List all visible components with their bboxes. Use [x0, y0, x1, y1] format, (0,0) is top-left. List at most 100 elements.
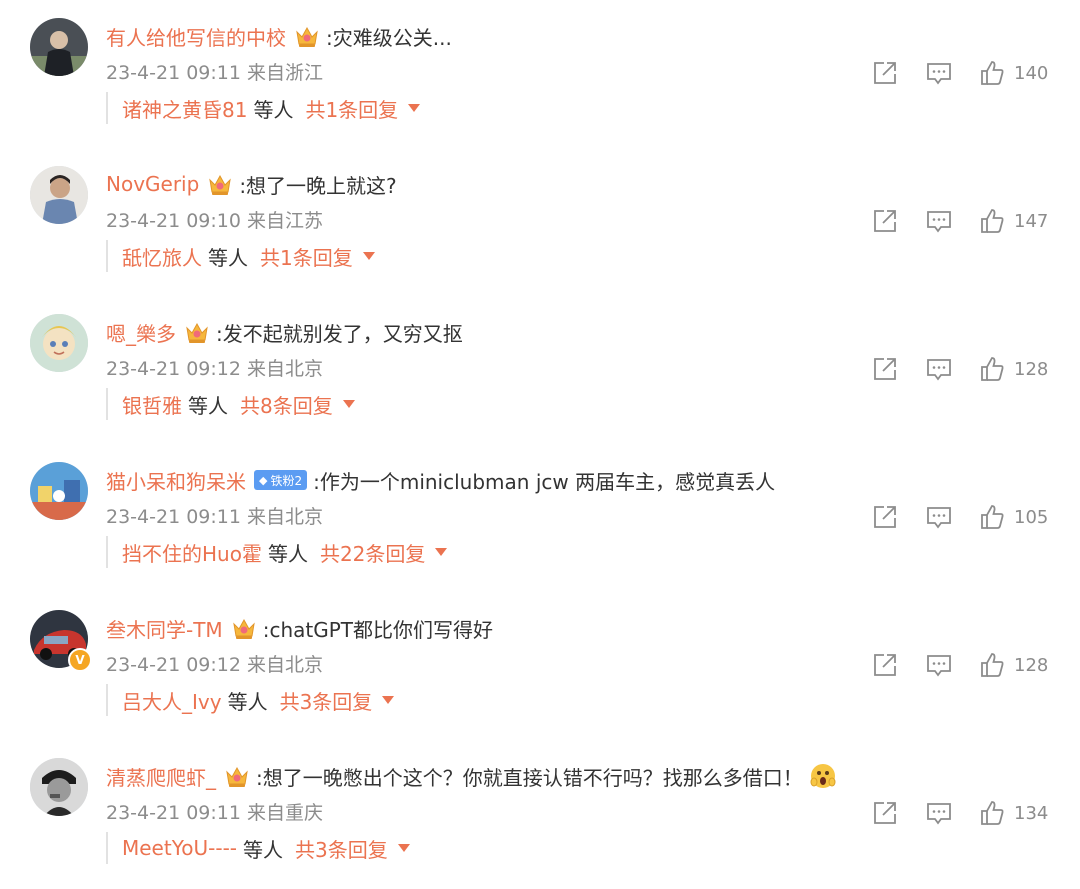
reply-user[interactable]: 吕大人_Ivy — [122, 686, 222, 715]
comment-button[interactable] — [926, 58, 952, 88]
comment-actions: 140 — [870, 58, 1060, 88]
comment-time: 23-4-21 09:10 — [106, 210, 241, 232]
reply-summary[interactable]: 银哲雅 等人 共8条回复 — [106, 388, 355, 420]
reply-user[interactable]: 挡不住的Huo霍 — [122, 538, 262, 567]
like-button[interactable]: 140 — [980, 58, 1048, 88]
avatar[interactable] — [30, 314, 88, 372]
username[interactable]: 叁木同学-TM — [106, 614, 223, 643]
username[interactable]: 猫小呆和狗呆米 — [106, 466, 246, 495]
comment-time: 23-4-21 09:12 — [106, 358, 241, 380]
like-count: 105 — [1014, 506, 1049, 528]
comment-line: 清蒸爬爬虾_ :想了一晚憋出个这个？你就直接认错不行吗？找那么多借口！ — [106, 759, 837, 793]
reply-others-label: 等人 — [227, 689, 268, 714]
caret-down-icon — [435, 548, 448, 556]
comment-item: V 叁木同学-TM :chatGPT都比你们写得好 23-4-21 09:12 … — [0, 592, 1080, 740]
thumbs-up-icon — [981, 357, 1004, 381]
comment-line: 叁木同学-TM :chatGPT都比你们写得好 — [106, 611, 493, 645]
thumbs-up-icon — [981, 801, 1004, 825]
comment-button[interactable] — [926, 354, 952, 384]
comment-button[interactable] — [926, 650, 952, 680]
like-count: 134 — [1014, 802, 1049, 824]
crown-icon — [226, 766, 248, 787]
comment-actions: 147 — [870, 206, 1060, 236]
comment-item: 清蒸爬爬虾_ :想了一晚憋出个这个？你就直接认错不行吗？找那么多借口！ 23-4… — [0, 740, 1080, 888]
comment-text: :想了一晚上就这? — [239, 173, 397, 198]
like-button[interactable]: 134 — [980, 798, 1048, 828]
crown-icon — [296, 26, 318, 47]
reply-total-link[interactable]: 共8条回复 — [240, 390, 333, 419]
share-button[interactable] — [872, 650, 898, 680]
reply-summary[interactable]: 舐忆旅人 等人 共1条回复 — [106, 240, 375, 272]
comment-icon — [927, 63, 951, 85]
like-button[interactable]: 128 — [980, 650, 1048, 680]
username[interactable]: 清蒸爬爬虾_ — [106, 762, 216, 791]
avatar[interactable] — [30, 758, 88, 816]
comment-icon — [927, 211, 951, 233]
share-button[interactable] — [872, 354, 898, 384]
reply-summary[interactable]: 挡不住的Huo霍 等人 共22条回复 — [106, 536, 448, 568]
caret-down-icon — [397, 844, 410, 852]
share-icon — [874, 506, 896, 528]
comment-location: 来自北京 — [247, 358, 324, 380]
caret-down-icon — [382, 696, 395, 704]
comment-meta: 23-4-21 09:12 来自北京 — [106, 354, 323, 381]
avatar[interactable] — [30, 166, 88, 224]
username[interactable]: 嗯_樂多 — [106, 318, 176, 347]
reply-user[interactable]: 诸神之黄昏81 — [122, 94, 247, 123]
comment-meta: 23-4-21 09:11 来自北京 — [106, 502, 323, 529]
comment-meta: 23-4-21 09:12 来自北京 — [106, 650, 323, 677]
like-count: 128 — [1014, 654, 1049, 676]
diamond-icon: ◆ — [259, 473, 268, 487]
crown-icon — [209, 174, 232, 195]
reply-others-label: 等人 — [208, 245, 248, 270]
comment-button[interactable] — [926, 502, 952, 532]
fan-badge-label: 铁粉2 — [270, 473, 303, 488]
reply-summary[interactable]: MeetYoU---- 等人 共3条回复 — [106, 832, 410, 864]
comment-time: 23-4-21 09:12 — [106, 654, 241, 676]
reply-user[interactable]: 舐忆旅人 — [122, 242, 202, 271]
reply-user[interactable]: MeetYoU---- — [122, 836, 237, 860]
reply-user[interactable]: 银哲雅 — [122, 390, 182, 419]
comment-button[interactable] — [926, 206, 952, 236]
comment-actions: 128 — [870, 650, 1060, 680]
comment-text: :chatGPT都比你们写得好 — [262, 617, 493, 642]
username[interactable]: 有人给他写信的中校 — [106, 22, 286, 51]
comment-button[interactable] — [926, 798, 952, 828]
comment-actions: 105 — [870, 502, 1060, 532]
like-button[interactable]: 147 — [980, 206, 1048, 236]
avatar[interactable] — [30, 462, 88, 520]
comment-location: 来自北京 — [247, 654, 324, 676]
comment-text: :发不起就别发了，又穷又抠 — [216, 321, 463, 346]
comment-icon — [927, 359, 951, 381]
username[interactable]: NovGerip — [106, 172, 199, 196]
comment-location: 来自重庆 — [247, 802, 324, 824]
reply-others-label: 等人 — [188, 393, 228, 418]
share-button[interactable] — [872, 58, 898, 88]
reply-others-label: 等人 — [243, 837, 284, 862]
like-button[interactable]: 105 — [980, 502, 1048, 532]
avatar[interactable] — [30, 18, 88, 76]
reply-total-link[interactable]: 共1条回复 — [305, 94, 398, 123]
like-count: 140 — [1014, 62, 1049, 84]
reply-total-link[interactable]: 共3条回复 — [295, 834, 388, 863]
reply-total-link[interactable]: 共1条回复 — [260, 242, 353, 271]
share-button[interactable] — [872, 502, 898, 532]
shocked-emoji-icon — [810, 764, 836, 788]
comment-icon — [927, 507, 951, 529]
reply-total-link[interactable]: 共22条回复 — [320, 538, 425, 567]
reply-summary[interactable]: 吕大人_Ivy 等人 共3条回复 — [106, 684, 395, 716]
like-button[interactable]: 128 — [980, 354, 1048, 384]
comment-time: 23-4-21 09:11 — [106, 506, 241, 528]
share-icon — [874, 358, 896, 380]
reply-total-link[interactable]: 共3条回复 — [280, 686, 373, 715]
share-button[interactable] — [872, 798, 898, 828]
reply-others-label: 等人 — [267, 541, 308, 566]
thumbs-up-icon — [981, 653, 1004, 677]
comment-location: 来自北京 — [247, 506, 324, 528]
share-icon — [874, 210, 896, 232]
share-icon — [874, 802, 896, 824]
reply-summary[interactable]: 诸神之黄昏81 等人 共1条回复 — [106, 92, 421, 124]
caret-down-icon — [342, 400, 355, 408]
crown-icon — [232, 618, 255, 639]
share-button[interactable] — [872, 206, 898, 236]
